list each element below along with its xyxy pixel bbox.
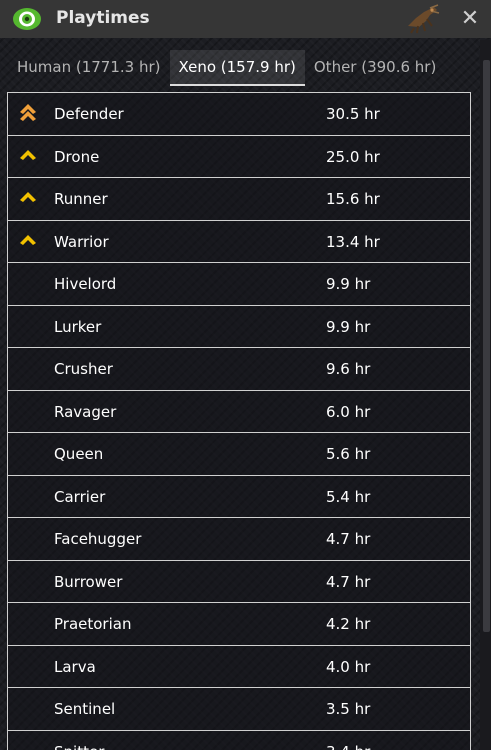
table-row: Spitter 3.4 hr (7, 730, 471, 750)
role-name: Sentinel (54, 700, 116, 718)
table-row: Warrior 13.4 hr (7, 220, 471, 263)
table-row: Praetorian 4.2 hr (7, 603, 471, 646)
table-row: Queen 5.6 hr (7, 433, 471, 476)
role-name: Drone (54, 147, 100, 166)
title-bar: Playtimes ✕ (0, 0, 491, 38)
role-name: Queen (54, 445, 104, 463)
role-hours: 9.9 hr (326, 275, 371, 293)
role-name: Larva (54, 657, 96, 676)
table-row: Facehugger 4.7 hr (7, 518, 471, 561)
role-hours: 4.7 hr (326, 530, 371, 548)
tab-bar: Human (1771.3 hr) Xeno (157.9 hr) Other … (8, 50, 445, 86)
role-name: Burrower (54, 572, 123, 591)
table-row: Runner 15.6 hr (7, 178, 471, 221)
chevron-rank-icon (20, 149, 36, 160)
role-hours: 3.4 hr (326, 743, 370, 750)
role-name: Facehugger (54, 530, 142, 548)
role-hours: 13.4 hr (326, 232, 380, 251)
role-name: Lurker (54, 317, 102, 336)
scrollbar-thumb[interactable] (483, 60, 490, 632)
role-name: Ravager (54, 402, 117, 421)
role-hours: 9.9 hr (326, 317, 371, 336)
table-row: Burrower 4.7 hr (7, 560, 471, 603)
chevron-rank-icon (20, 234, 36, 245)
role-hours: 9.6 hr (326, 360, 371, 378)
table-row: Lurker 9.9 hr (7, 305, 471, 348)
table-row: Hivelord 9.9 hr (7, 263, 471, 306)
role-name: Warrior (54, 232, 109, 251)
double-chevron-rank-icon (20, 104, 36, 121)
tab-xeno[interactable]: Xeno (157.9 hr) (169, 50, 305, 86)
close-button[interactable]: ✕ (457, 6, 483, 32)
tab-human[interactable]: Human (1771.3 hr) (8, 50, 170, 84)
role-hours: 5.4 hr (326, 487, 371, 506)
playtimes-window: Playtimes ✕ Human (1771.3 hr) Xeno (157.… (0, 0, 491, 750)
role-name: Crusher (54, 360, 113, 378)
role-hours: 5.6 hr (326, 445, 371, 463)
role-hours: 4.7 hr (326, 572, 371, 591)
role-hours: 4.0 hr (326, 657, 371, 676)
table-row: Drone 25.0 hr (7, 135, 471, 178)
role-hours: 30.5 hr (326, 105, 380, 123)
role-name: Praetorian (54, 615, 132, 633)
table-row: Defender 30.5 hr (7, 93, 471, 136)
table-row: Carrier 5.4 hr (7, 475, 471, 518)
chevron-rank-icon (20, 192, 36, 202)
table-row: Larva 4.0 hr (7, 645, 471, 688)
role-hours: 4.2 hr (326, 615, 371, 633)
eye-icon (13, 8, 41, 30)
role-name: Hivelord (54, 275, 117, 293)
role-name: Defender (54, 105, 124, 123)
close-icon: ✕ (460, 6, 480, 31)
role-name: Carrier (54, 487, 106, 506)
role-hours: 3.5 hr (326, 700, 371, 718)
role-name: Spitter (54, 743, 104, 750)
role-hours: 6.0 hr (326, 402, 371, 421)
role-hours: 25.0 hr (326, 147, 380, 166)
tab-other[interactable]: Other (390.6 hr) (305, 50, 445, 84)
window-title: Playtimes (56, 8, 150, 28)
xeno-alien-icon (408, 4, 440, 34)
role-hours: 15.6 hr (326, 190, 380, 208)
table-row: Ravager 6.0 hr (7, 390, 471, 433)
table-row: Sentinel 3.5 hr (7, 688, 471, 731)
table-row: Crusher 9.6 hr (7, 348, 471, 391)
playtime-table: Defender 30.5 hr Drone 25.0 hr Runner 15.6 hr… (7, 92, 471, 750)
role-name: Runner (54, 190, 108, 208)
